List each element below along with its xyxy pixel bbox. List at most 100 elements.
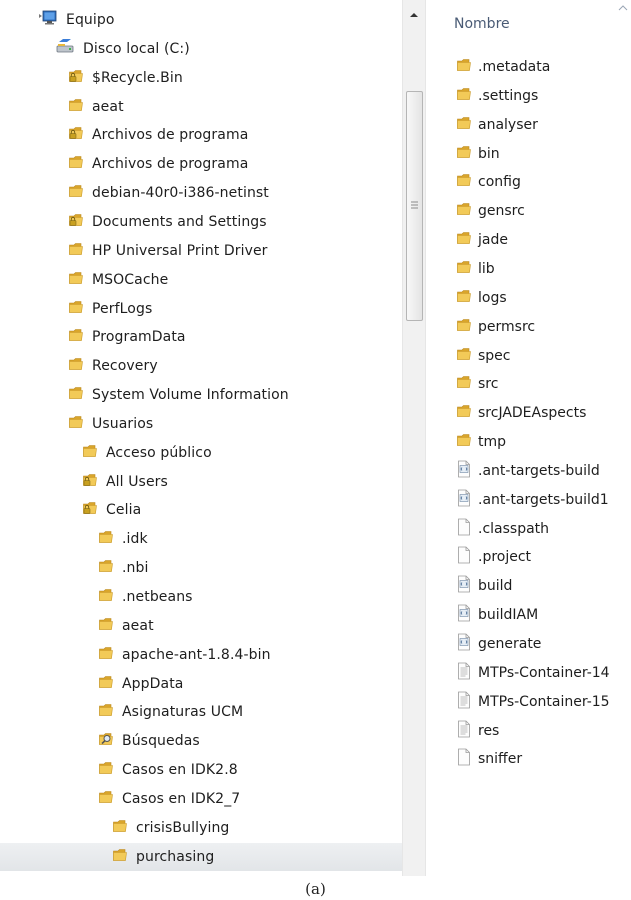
folder-icon bbox=[456, 374, 472, 394]
file-list-item[interactable]: tmp bbox=[430, 428, 631, 456]
file-list-item[interactable]: spec bbox=[430, 342, 631, 370]
tree-item[interactable]: apache-ant-1.8.4-bin bbox=[0, 641, 402, 669]
text-file-icon bbox=[456, 691, 472, 713]
tree-item[interactable]: Disco local (C:) bbox=[0, 35, 402, 63]
folder-icon bbox=[456, 172, 472, 192]
tree-item[interactable]: HP Universal Print Driver bbox=[0, 237, 402, 265]
folder-icon bbox=[98, 587, 114, 607]
file-name: .settings bbox=[478, 87, 539, 104]
tree-item[interactable]: Usuarios bbox=[0, 410, 402, 438]
folder-icon bbox=[68, 299, 84, 319]
tree-item-label: AppData bbox=[122, 675, 184, 692]
tree-item-label: aeat bbox=[92, 98, 124, 115]
tree-item-label: PerfLogs bbox=[92, 300, 153, 317]
file-list-item[interactable]: MTPs-Container-14 bbox=[430, 659, 631, 687]
file-list-item[interactable]: bin bbox=[430, 140, 631, 168]
tree-item[interactable]: $Recycle.Bin bbox=[0, 64, 402, 92]
tree-item[interactable]: All Users bbox=[0, 468, 402, 496]
tree-scrollbar[interactable] bbox=[402, 0, 426, 876]
file-list-item[interactable]: sniffer bbox=[430, 745, 631, 773]
file-list-item[interactable]: .settings bbox=[430, 82, 631, 110]
tree-item[interactable]: Casos en IDK2.8 bbox=[0, 756, 402, 784]
file-name: .ant-targets-build bbox=[478, 462, 600, 479]
locked-folder-icon bbox=[82, 472, 98, 492]
tree-item-label: crisisBullying bbox=[136, 819, 230, 836]
file-name: logs bbox=[478, 289, 507, 306]
tree-item[interactable]: System Volume Information bbox=[0, 381, 402, 409]
computer-icon bbox=[38, 9, 58, 31]
file-list-item[interactable]: build bbox=[430, 572, 631, 600]
tree-item-label: .idk bbox=[122, 531, 148, 548]
tree-item[interactable]: crisisBullying bbox=[0, 814, 402, 842]
folder-icon bbox=[98, 558, 114, 578]
tree-item[interactable]: AppData bbox=[0, 670, 402, 698]
file-list-item[interactable]: .metadata bbox=[430, 53, 631, 81]
file-name: spec bbox=[478, 347, 511, 364]
file-list-item[interactable]: .ant-targets-build bbox=[430, 457, 631, 485]
folder-icon bbox=[456, 230, 472, 250]
file-list-item[interactable]: logs bbox=[430, 284, 631, 312]
text-file-icon bbox=[456, 662, 472, 684]
tree-item[interactable]: ProgramData bbox=[0, 323, 402, 351]
file-list-item[interactable]: buildIAM bbox=[430, 601, 631, 629]
tree-item[interactable]: Equipo bbox=[0, 6, 402, 34]
tree-item-label: MSOCache bbox=[92, 271, 169, 288]
folder-icon bbox=[456, 144, 472, 164]
tree-item[interactable]: .idk bbox=[0, 525, 402, 553]
file-name: .project bbox=[478, 549, 532, 566]
tree-item[interactable]: .netbeans bbox=[0, 583, 402, 611]
tree-item[interactable]: Búsquedas bbox=[0, 727, 402, 755]
sort-arrow-icon bbox=[618, 0, 628, 11]
file-list-item[interactable]: jade bbox=[430, 226, 631, 254]
folder-icon bbox=[456, 57, 472, 77]
file-list-item[interactable]: gensrc bbox=[430, 197, 631, 225]
xml-file-icon bbox=[456, 633, 472, 655]
file-list-item[interactable]: permsrc bbox=[430, 313, 631, 341]
tree-item-label: System Volume Information bbox=[92, 387, 289, 404]
scrollbar-thumb[interactable] bbox=[406, 91, 423, 321]
tree-item[interactable]: Celia bbox=[0, 496, 402, 524]
xml-file-icon bbox=[456, 489, 472, 511]
file-list-item[interactable]: res bbox=[430, 717, 631, 745]
tree-item-label: All Users bbox=[106, 473, 168, 490]
tree-item[interactable]: aeat bbox=[0, 612, 402, 640]
file-list-item[interactable]: src bbox=[430, 370, 631, 398]
tree-item[interactable]: debian-40r0-i386-netinst bbox=[0, 179, 402, 207]
tree-item-label: Disco local (C:) bbox=[83, 40, 190, 57]
tree-item[interactable]: .nbi bbox=[0, 554, 402, 582]
file-list-item[interactable]: MTPs-Container-15 bbox=[430, 688, 631, 716]
tree-item[interactable]: Archivos de programa bbox=[0, 121, 402, 149]
tree-item-label: HP Universal Print Driver bbox=[92, 242, 268, 259]
tree-item[interactable]: aeat bbox=[0, 93, 402, 121]
folder-icon bbox=[456, 115, 472, 135]
tree-item[interactable]: PerfLogs bbox=[0, 295, 402, 323]
folder-icon bbox=[456, 432, 472, 452]
tree-item[interactable]: Acceso público bbox=[0, 439, 402, 467]
xml-file-icon bbox=[456, 460, 472, 482]
column-header-name[interactable]: Nombre bbox=[454, 16, 510, 32]
tree-item[interactable]: MSOCache bbox=[0, 266, 402, 294]
file-list-item[interactable]: srcJADEAspects bbox=[430, 399, 631, 427]
folder-icon bbox=[68, 154, 84, 174]
file-list-item[interactable]: lib bbox=[430, 255, 631, 283]
file-name: buildIAM bbox=[478, 607, 539, 624]
tree-item[interactable]: Recovery bbox=[0, 352, 402, 380]
file-list-item[interactable]: generate bbox=[430, 630, 631, 658]
tree-item-label: aeat bbox=[122, 617, 154, 634]
scroll-up-icon[interactable] bbox=[407, 8, 421, 22]
file-list-item[interactable]: .classpath bbox=[430, 515, 631, 543]
folder-icon bbox=[68, 356, 84, 376]
file-list-item[interactable]: analyser bbox=[430, 111, 631, 139]
file-list-item[interactable]: .project bbox=[430, 543, 631, 571]
tree-item[interactable]: Documents and Settings bbox=[0, 208, 402, 236]
file-list-item[interactable]: .ant-targets-build1 bbox=[430, 486, 631, 514]
tree-item[interactable]: Casos en IDK2_7 bbox=[0, 785, 402, 813]
tree-item[interactable]: Archivos de programa bbox=[0, 150, 402, 178]
tree-item-label: $Recycle.Bin bbox=[92, 69, 183, 86]
folder-icon bbox=[456, 346, 472, 366]
file-list-item[interactable]: config bbox=[430, 168, 631, 196]
file-name: jade bbox=[478, 232, 508, 249]
tree-item[interactable]: purchasing bbox=[0, 842, 402, 871]
tree-item[interactable]: Asignaturas UCM bbox=[0, 698, 402, 726]
tree-item-label: apache-ant-1.8.4-bin bbox=[122, 646, 271, 663]
